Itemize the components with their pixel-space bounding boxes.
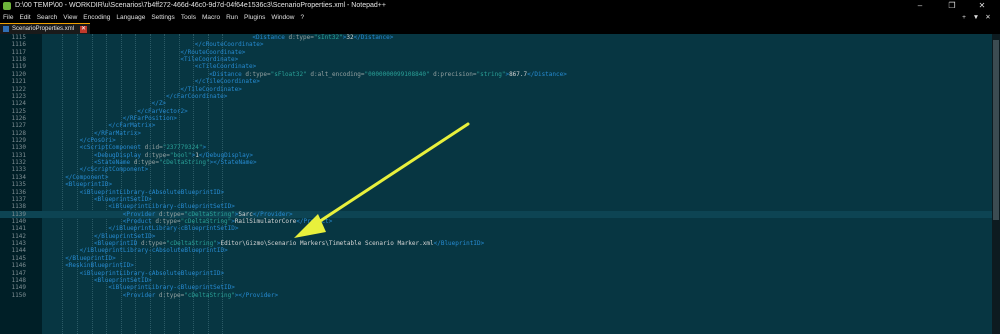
annotation-arrow xyxy=(294,122,470,238)
arrow-head xyxy=(294,214,326,238)
arrow-shaft xyxy=(306,122,470,231)
